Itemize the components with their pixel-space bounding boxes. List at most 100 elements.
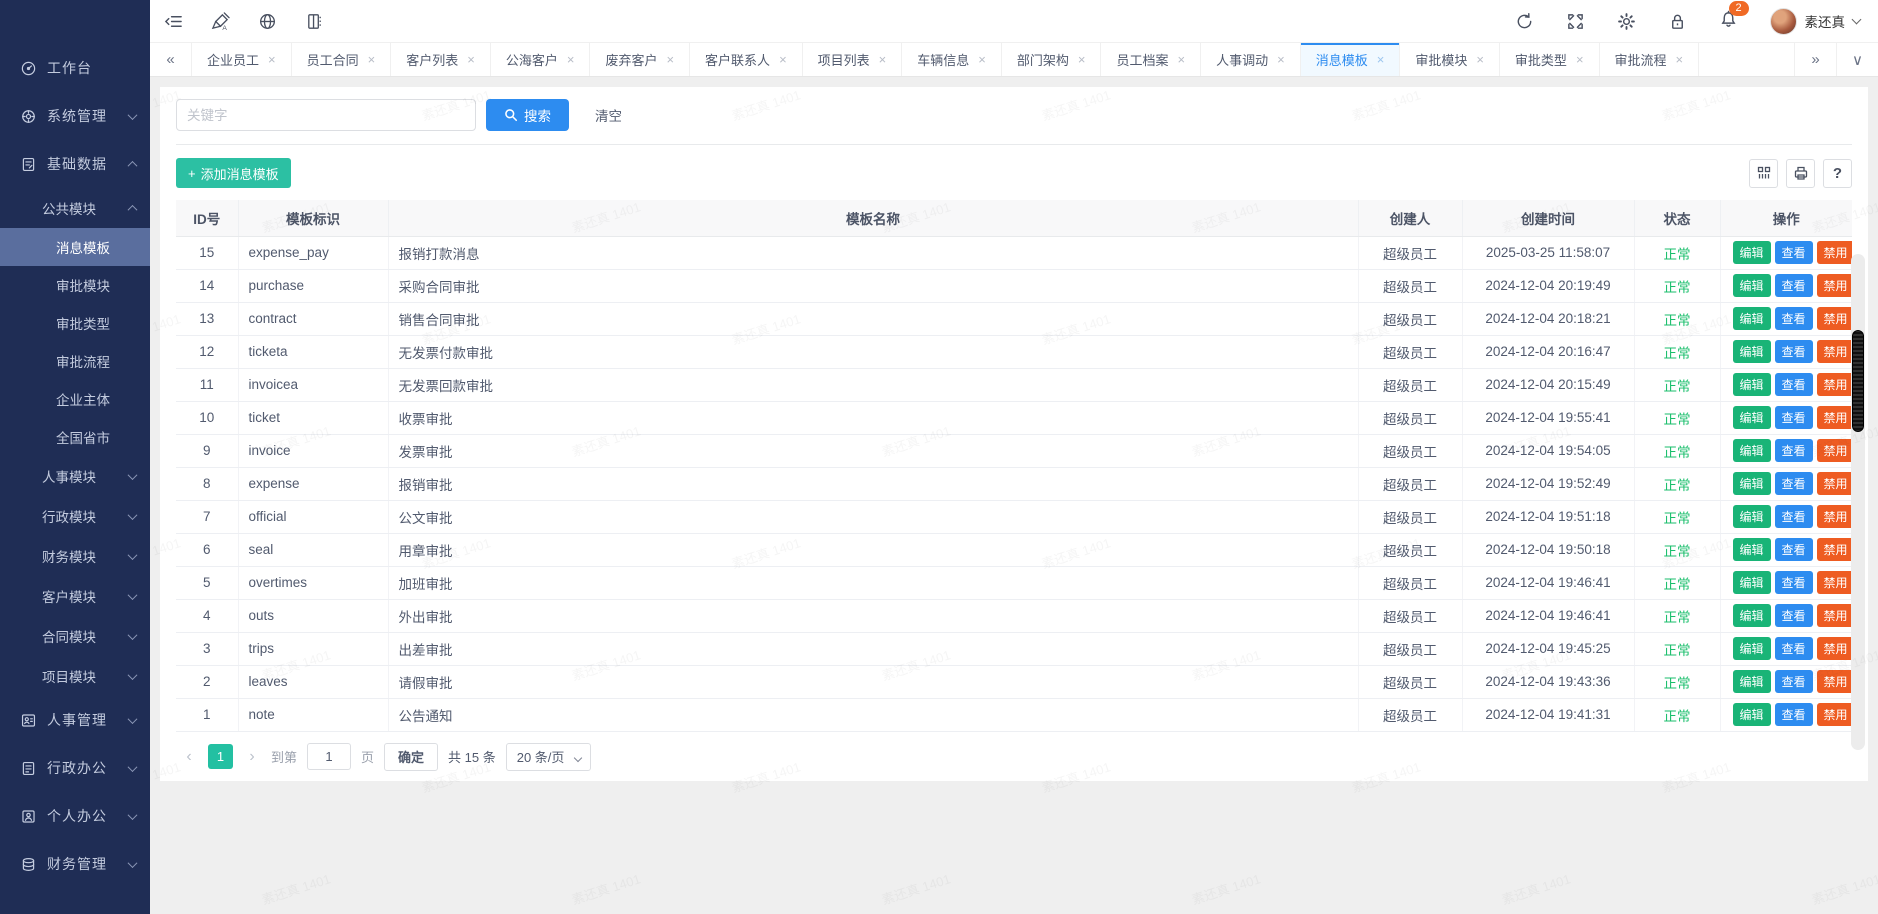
- disable-button[interactable]: 禁用: [1817, 406, 1852, 429]
- lock-icon[interactable]: [1668, 12, 1687, 31]
- edit-button[interactable]: 编辑: [1733, 571, 1771, 594]
- view-button[interactable]: 查看: [1775, 241, 1813, 264]
- layout-frame-icon[interactable]: [305, 12, 324, 31]
- sidebar-item[interactable]: 个人办公: [0, 792, 150, 840]
- edit-button[interactable]: 编辑: [1733, 604, 1771, 627]
- column-filter-button[interactable]: [1749, 159, 1778, 188]
- tab-scroll-right-button[interactable]: »: [1794, 43, 1836, 76]
- close-icon[interactable]: ×: [1178, 53, 1186, 66]
- disable-button[interactable]: 禁用: [1817, 307, 1852, 330]
- sidebar-item[interactable]: 人事管理: [0, 696, 150, 744]
- tab[interactable]: 审批类型×: [1500, 43, 1600, 76]
- search-input[interactable]: [176, 99, 476, 131]
- view-button[interactable]: 查看: [1775, 604, 1813, 627]
- sidebar-item[interactable]: 消息模板: [0, 228, 150, 266]
- tab-scroll-left-button[interactable]: «: [150, 43, 192, 76]
- tab[interactable]: 废弃客户×: [590, 43, 690, 76]
- disable-button[interactable]: 禁用: [1817, 373, 1852, 396]
- sidebar-item[interactable]: 基础数据: [0, 140, 150, 188]
- table-scrollbar-track[interactable]: [1851, 254, 1865, 750]
- tab[interactable]: 人事调动×: [1201, 43, 1301, 76]
- goto-page-input[interactable]: [307, 743, 351, 770]
- sidebar-item[interactable]: 项目模块: [0, 656, 150, 696]
- disable-button[interactable]: 禁用: [1817, 571, 1852, 594]
- edit-button[interactable]: 编辑: [1733, 472, 1771, 495]
- disable-button[interactable]: 禁用: [1817, 604, 1852, 627]
- sidebar-item[interactable]: 合同模块: [0, 616, 150, 656]
- sidebar-item[interactable]: 行政办公: [0, 744, 150, 792]
- view-button[interactable]: 查看: [1775, 340, 1813, 363]
- edit-button[interactable]: 编辑: [1733, 505, 1771, 528]
- view-button[interactable]: 查看: [1775, 274, 1813, 297]
- disable-button[interactable]: 禁用: [1817, 637, 1852, 660]
- edit-button[interactable]: 编辑: [1733, 274, 1771, 297]
- close-icon[interactable]: ×: [268, 53, 276, 66]
- view-button[interactable]: 查看: [1775, 571, 1813, 594]
- edit-button[interactable]: 编辑: [1733, 241, 1771, 264]
- edit-button[interactable]: 编辑: [1733, 670, 1771, 693]
- page-number-button[interactable]: 1: [208, 744, 233, 769]
- close-icon[interactable]: ×: [978, 53, 986, 66]
- close-icon[interactable]: ×: [1277, 53, 1285, 66]
- language-globe-icon[interactable]: [258, 12, 277, 31]
- view-button[interactable]: 查看: [1775, 670, 1813, 693]
- disable-button[interactable]: 禁用: [1817, 505, 1852, 528]
- view-button[interactable]: 查看: [1775, 439, 1813, 462]
- user-menu[interactable]: 素还真: [1770, 8, 1861, 35]
- tab[interactable]: 审批模块×: [1400, 43, 1500, 76]
- sidebar-item[interactable]: 客户模块: [0, 576, 150, 616]
- edit-button[interactable]: 编辑: [1733, 406, 1771, 429]
- tab[interactable]: 审批流程×: [1600, 43, 1700, 76]
- tab-overflow-button[interactable]: ∨: [1836, 43, 1878, 76]
- disable-button[interactable]: 禁用: [1817, 241, 1852, 264]
- disable-button[interactable]: 禁用: [1817, 538, 1852, 561]
- close-icon[interactable]: ×: [467, 53, 475, 66]
- close-icon[interactable]: ×: [1676, 53, 1684, 66]
- edit-button[interactable]: 编辑: [1733, 340, 1771, 363]
- theme-brush-icon[interactable]: A: [211, 12, 230, 31]
- tab[interactable]: 车辆信息×: [902, 43, 1002, 76]
- clear-button[interactable]: 清空: [595, 105, 622, 125]
- fullscreen-icon[interactable]: [1566, 12, 1585, 31]
- sidebar-item[interactable]: 企业主体: [0, 380, 150, 418]
- tab[interactable]: 员工档案×: [1101, 43, 1201, 76]
- tab[interactable]: 员工合同×: [292, 43, 392, 76]
- edit-button[interactable]: 编辑: [1733, 538, 1771, 561]
- tab[interactable]: 客户列表×: [391, 43, 491, 76]
- edit-button[interactable]: 编辑: [1733, 637, 1771, 660]
- sidebar-item[interactable]: 工作台: [0, 44, 150, 92]
- help-button[interactable]: ?: [1823, 159, 1852, 188]
- collapse-sidebar-icon[interactable]: [164, 12, 183, 31]
- edit-button[interactable]: 编辑: [1733, 373, 1771, 396]
- view-button[interactable]: 查看: [1775, 373, 1813, 396]
- search-button[interactable]: 搜索: [486, 99, 569, 131]
- view-button[interactable]: 查看: [1775, 703, 1813, 726]
- avatar[interactable]: [1770, 8, 1797, 35]
- tab[interactable]: 客户联系人×: [690, 43, 803, 76]
- view-button[interactable]: 查看: [1775, 505, 1813, 528]
- table-scrollbar-thumb[interactable]: [1852, 330, 1864, 432]
- disable-button[interactable]: 禁用: [1817, 703, 1852, 726]
- goto-confirm-button[interactable]: 确定: [384, 743, 438, 771]
- view-button[interactable]: 查看: [1775, 637, 1813, 660]
- close-icon[interactable]: ×: [779, 53, 787, 66]
- close-icon[interactable]: ×: [368, 53, 376, 66]
- gear-icon[interactable]: [1617, 12, 1636, 31]
- disable-button[interactable]: 禁用: [1817, 472, 1852, 495]
- close-icon[interactable]: ×: [1377, 53, 1385, 66]
- sidebar-item[interactable]: 人事模块: [0, 456, 150, 496]
- print-button[interactable]: [1786, 159, 1815, 188]
- tab[interactable]: 消息模板×: [1301, 43, 1401, 76]
- sidebar-item[interactable]: 财务管理: [0, 840, 150, 888]
- edit-button[interactable]: 编辑: [1733, 307, 1771, 330]
- add-template-button[interactable]: + 添加消息模板: [176, 158, 291, 188]
- view-button[interactable]: 查看: [1775, 307, 1813, 330]
- prev-page-button[interactable]: ‹: [180, 748, 198, 766]
- close-icon[interactable]: ×: [1476, 53, 1484, 66]
- disable-button[interactable]: 禁用: [1817, 670, 1852, 693]
- sidebar-item[interactable]: 公共模块: [0, 188, 150, 228]
- view-button[interactable]: 查看: [1775, 406, 1813, 429]
- view-button[interactable]: 查看: [1775, 472, 1813, 495]
- page-size-select[interactable]: 20 条/页: [506, 743, 592, 771]
- sidebar-item[interactable]: 审批流程: [0, 342, 150, 380]
